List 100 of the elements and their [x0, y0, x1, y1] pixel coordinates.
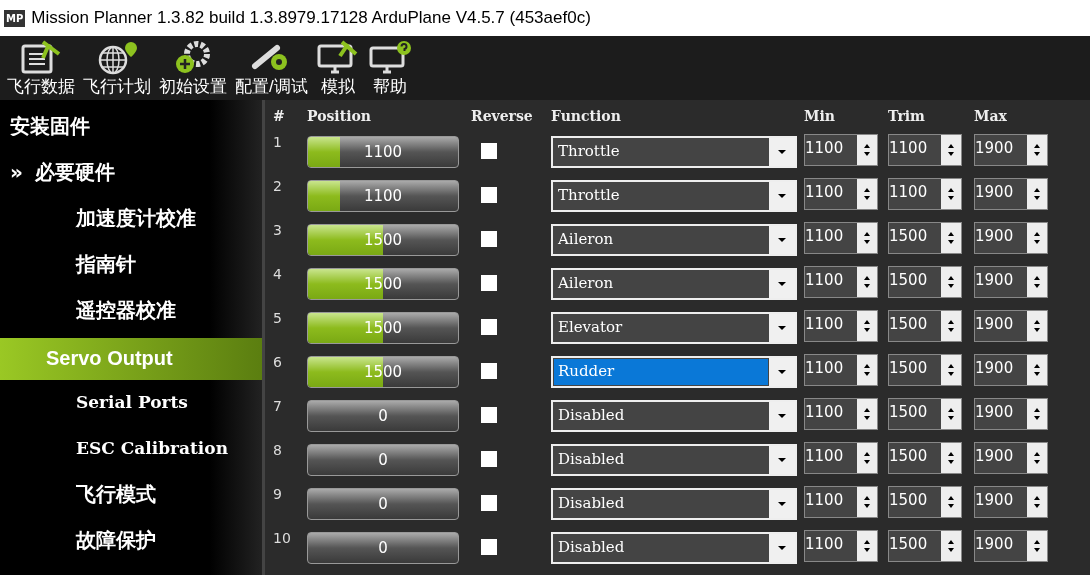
- number-spinner[interactable]: 1900: [974, 178, 1048, 210]
- number-spinner[interactable]: 1900: [974, 486, 1048, 518]
- toolbar-button[interactable]: 飞行数据: [4, 40, 78, 100]
- function-dropdown[interactable]: Rudder: [551, 356, 797, 388]
- sidebar-item[interactable]: Serial Ports: [0, 382, 262, 428]
- number-spinner[interactable]: 1100: [804, 398, 878, 430]
- position-value: 0: [378, 539, 388, 557]
- number-spinner[interactable]: 1900: [974, 530, 1048, 562]
- function-dropdown[interactable]: Disabled: [551, 488, 797, 520]
- number-spinner[interactable]: 1100: [804, 222, 878, 254]
- column-header: Position: [307, 108, 372, 124]
- channel-number: 6: [273, 353, 283, 370]
- number-spinner[interactable]: 1500: [888, 266, 962, 298]
- column-header: #: [273, 108, 286, 124]
- reverse-checkbox[interactable]: [481, 407, 497, 423]
- column-header: Function: [551, 108, 622, 124]
- caret-icon: [778, 414, 786, 418]
- number-spinner[interactable]: 1900: [974, 222, 1048, 254]
- number-spinner[interactable]: 1100: [888, 134, 962, 166]
- column-header: Reverse: [471, 108, 534, 124]
- toolbar-button[interactable]: 帮助: [364, 40, 415, 100]
- position-value: 0: [378, 495, 388, 513]
- number-spinner[interactable]: 1500: [888, 530, 962, 562]
- number-spinner[interactable]: 1500: [888, 310, 962, 342]
- position-value: 1100: [363, 143, 403, 161]
- number-spinner[interactable]: 1900: [974, 310, 1048, 342]
- column-header: Max: [974, 108, 1008, 124]
- function-dropdown[interactable]: Elevator: [551, 312, 797, 344]
- sidebar-item[interactable]: » 必要硬件: [0, 152, 262, 198]
- number-spinner[interactable]: 1100: [804, 134, 878, 166]
- channel-number: 3: [273, 221, 283, 238]
- column-header: Trim: [888, 108, 926, 124]
- sidebar-item[interactable]: ESC Calibration: [0, 428, 262, 474]
- number-spinner[interactable]: 1500: [888, 354, 962, 386]
- number-spinner[interactable]: 1900: [974, 398, 1048, 430]
- caret-icon: [778, 458, 786, 462]
- number-spinner[interactable]: 1100: [804, 354, 878, 386]
- number-spinner[interactable]: 1500: [888, 222, 962, 254]
- function-dropdown[interactable]: Aileron: [551, 224, 797, 256]
- reverse-checkbox[interactable]: [481, 231, 497, 247]
- function-dropdown[interactable]: Throttle: [551, 180, 797, 212]
- number-spinner[interactable]: 1900: [974, 266, 1048, 298]
- sidebar-item[interactable]: 加速度计校准: [0, 198, 262, 244]
- reverse-checkbox[interactable]: [481, 363, 497, 379]
- channel-number: 1: [273, 133, 283, 150]
- position-value: 1500: [363, 231, 403, 249]
- number-spinner[interactable]: 1500: [888, 442, 962, 474]
- window-title: Mission Planner 1.3.82 build 1.3.8979.17128 ArduPlane V4.5.7 (453aef0c): [31, 8, 591, 28]
- number-spinner[interactable]: 1100: [804, 442, 878, 474]
- caret-icon: [778, 194, 786, 198]
- number-spinner[interactable]: 1900: [974, 134, 1048, 166]
- number-spinner[interactable]: 1100: [804, 486, 878, 518]
- sidebar-item[interactable]: 故障保护: [0, 520, 262, 566]
- number-spinner[interactable]: 1100: [804, 266, 878, 298]
- function-dropdown[interactable]: Aileron: [551, 268, 797, 300]
- number-spinner[interactable]: 1100: [888, 178, 962, 210]
- number-spinner[interactable]: 1900: [974, 354, 1048, 386]
- toolbar-button[interactable]: 飞行计划: [80, 40, 154, 100]
- reverse-checkbox[interactable]: [481, 187, 497, 203]
- position-value: 0: [378, 451, 388, 469]
- reverse-checkbox[interactable]: [481, 451, 497, 467]
- channel-number: 8: [273, 441, 283, 458]
- caret-icon: [778, 282, 786, 286]
- number-spinner[interactable]: 1100: [804, 530, 878, 562]
- reverse-checkbox[interactable]: [481, 319, 497, 335]
- toolbar-button[interactable]: 初始设置: [156, 40, 230, 100]
- function-dropdown[interactable]: Disabled: [551, 532, 797, 564]
- number-spinner[interactable]: 1500: [888, 398, 962, 430]
- channel-number: 7: [273, 397, 283, 414]
- toolbar-button[interactable]: 配置/调试: [232, 40, 311, 100]
- caret-icon: [778, 370, 786, 374]
- channel-number: 9: [273, 485, 283, 502]
- caret-icon: [778, 238, 786, 242]
- function-dropdown[interactable]: Disabled: [551, 444, 797, 476]
- number-spinner[interactable]: 1900: [974, 442, 1048, 474]
- position-value: 1500: [363, 319, 403, 337]
- reverse-checkbox[interactable]: [481, 275, 497, 291]
- channel-number: 4: [273, 265, 283, 282]
- reverse-checkbox[interactable]: [481, 143, 497, 159]
- monitor-question-icon: [367, 40, 412, 76]
- position-value: 1100: [363, 187, 403, 205]
- function-dropdown[interactable]: Throttle: [551, 136, 797, 168]
- number-spinner[interactable]: 1100: [804, 310, 878, 342]
- document-plane-icon: [19, 40, 63, 76]
- monitor-plane-icon: [315, 40, 360, 76]
- sidebar-item[interactable]: 遥控器校准: [0, 290, 262, 336]
- app-logo: MP: [4, 9, 26, 27]
- position-value: 0: [378, 407, 388, 425]
- number-spinner[interactable]: 1500: [888, 486, 962, 518]
- sidebar-item[interactable]: 安装固件: [0, 106, 262, 152]
- reverse-checkbox[interactable]: [481, 539, 497, 555]
- sidebar-item[interactable]: 飞行模式: [0, 474, 262, 520]
- function-dropdown[interactable]: Disabled: [551, 400, 797, 432]
- toolbar-button[interactable]: 模拟: [312, 40, 363, 100]
- channel-number: 10: [273, 529, 292, 546]
- caret-icon: [778, 502, 786, 506]
- caret-icon: [778, 326, 786, 330]
- reverse-checkbox[interactable]: [481, 495, 497, 511]
- sidebar-item[interactable]: 指南针: [0, 244, 262, 290]
- number-spinner[interactable]: 1100: [804, 178, 878, 210]
